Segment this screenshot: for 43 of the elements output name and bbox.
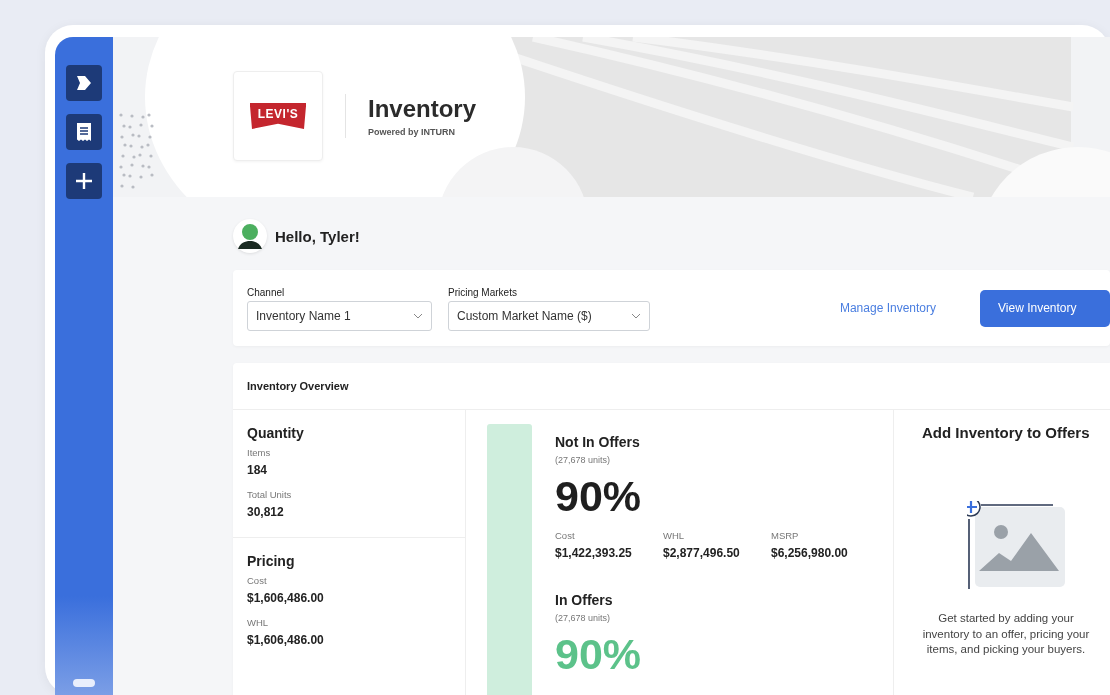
- receipt-icon[interactable]: [66, 114, 102, 150]
- chevron-icon: [413, 313, 423, 319]
- stat-label: Cost: [555, 530, 576, 541]
- stat-value: 30,812: [247, 505, 285, 519]
- cta-title: Add Inventory to Offers: [922, 424, 1090, 441]
- stat-label: WHL: [247, 617, 270, 628]
- cta-text: Get started by adding your inventory to an offer, pricing your items, and picking your buyers.: [921, 611, 1091, 658]
- stat-value: $1,606,486.00: [247, 591, 325, 605]
- stat-label: Total Units: [247, 489, 293, 500]
- view-button[interactable]: View Inventory: [980, 289, 1110, 327]
- add-icon[interactable]: [66, 163, 102, 199]
- avatar-icon: [233, 219, 267, 253]
- manage-link[interactable]: Manage Inventory: [839, 301, 936, 315]
- stat-label: WHL: [663, 530, 686, 541]
- stat-value: 184: [247, 463, 269, 477]
- stat-label: Items: [247, 447, 272, 458]
- add-image-icon: [967, 501, 1067, 591]
- stat-value: $1,422,393.25: [555, 546, 633, 560]
- stat-value: $2,877,496.50: [663, 546, 741, 560]
- stat-value: $6,256,980.00: [771, 546, 849, 560]
- group-title: Quantity: [247, 425, 305, 441]
- stat-label: MSRP: [771, 530, 800, 541]
- chevron-icon: [631, 313, 641, 319]
- percent-value: 90%: [555, 475, 643, 518]
- greeting: Hello, Tyler!: [275, 227, 360, 245]
- brand-logo: LEVI'S: [233, 71, 323, 161]
- group-title: Pricing: [247, 553, 296, 569]
- page-title: Inventory: [368, 95, 477, 123]
- field-label: Channel: [247, 287, 286, 298]
- page-subtitle: Powered by INTURN: [368, 127, 456, 137]
- dropdown-field[interactable]: Inventory Name 1: [247, 301, 432, 331]
- segment-title: Not In Offers: [555, 434, 641, 450]
- unit-count: (27,678 units): [555, 455, 612, 465]
- unit-count: (27,678 units): [555, 613, 612, 623]
- stat-label: Cost: [247, 575, 268, 586]
- stat-value: $1,606,486.00: [247, 633, 325, 647]
- percent-value: 90%: [555, 633, 643, 676]
- tag-icon[interactable]: [66, 65, 102, 101]
- version-badge: [73, 679, 95, 687]
- dropdown-field[interactable]: Custom Market Name ($): [448, 301, 650, 331]
- field-label: Pricing Markets: [448, 287, 518, 298]
- card-title: Inventory Overview: [247, 380, 349, 392]
- segment-title: In Offers: [555, 592, 614, 608]
